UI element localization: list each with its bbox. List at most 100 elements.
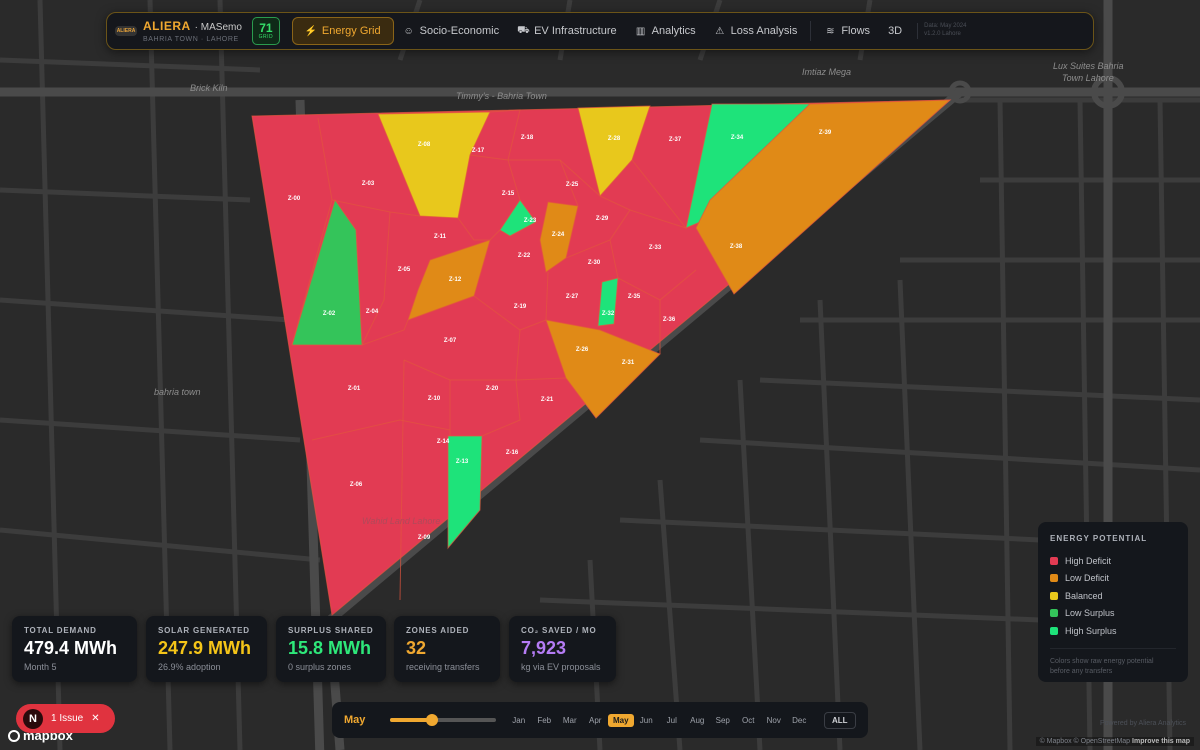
legend-item-low-surplus: Low Surplus	[1050, 605, 1176, 623]
map-place-label: Lux Suites Bahria	[1053, 61, 1124, 71]
month-timeline: May Jan Feb Mar Apr May Jun Jul Aug Sep …	[332, 702, 868, 738]
tab-energy-grid[interactable]: ⚡ Energy Grid	[291, 17, 394, 45]
month-button-oct[interactable]: Oct	[736, 716, 762, 725]
bolt-icon: ⚡	[304, 25, 318, 37]
zone-label: Z-13	[456, 459, 469, 465]
month-button-jan[interactable]: Jan	[506, 716, 532, 725]
zone-label: Z-21	[541, 397, 554, 403]
layers-icon: ≋	[826, 25, 835, 37]
stat-label: CO₂ SAVED / MO	[521, 626, 597, 635]
zone-label: Z-00	[288, 196, 301, 202]
month-button-mar[interactable]: Mar	[557, 716, 583, 725]
data-date: Data: May 2024	[924, 23, 967, 30]
tab-label: Energy Grid	[321, 25, 381, 37]
zone-label: Z-12	[449, 277, 462, 283]
stat-label: ZONES AIDED	[406, 626, 470, 635]
legend-label: High Surplus	[1065, 625, 1117, 636]
legend-item-balanced: Balanced	[1050, 587, 1176, 605]
month-button-sep[interactable]: Sep	[710, 716, 736, 725]
month-button-apr[interactable]: Apr	[583, 716, 609, 725]
month-button-feb[interactable]: Feb	[532, 716, 558, 725]
month-slider[interactable]	[390, 714, 496, 726]
stat-label: TOTAL DEMAND	[24, 626, 97, 635]
zone-label: Z-27	[566, 294, 579, 300]
stat-subtext: 26.9% adoption	[158, 661, 221, 672]
legend-note: Colors show raw energy potential before …	[1050, 647, 1176, 678]
legend-swatch	[1050, 609, 1058, 618]
zone-label: Z-35	[628, 294, 641, 300]
car-icon: ⛟	[517, 24, 530, 36]
legend-label: Low Surplus	[1065, 608, 1115, 619]
slider-thumb[interactable]	[426, 714, 439, 726]
zone-label: Z-15	[502, 191, 515, 197]
brand[interactable]: ALIERA ALIERA · MASemo BAHRIA TOWN · LAH…	[115, 20, 242, 43]
warning-icon: ⚠	[715, 25, 725, 37]
brand-logo: ALIERA	[115, 26, 137, 36]
tab-label: Loss Analysis	[730, 25, 798, 37]
all-months-button[interactable]: ALL	[824, 711, 856, 729]
stat-subtext: kg via EV proposals	[521, 661, 601, 672]
legend-note-line: before any transfers	[1050, 668, 1113, 675]
tab-label: Analytics	[651, 25, 696, 37]
legend-swatch	[1050, 626, 1058, 635]
zone-label: Z-23	[524, 218, 537, 224]
tab-socio-economic[interactable]: ☺ Socio-Economic	[394, 17, 508, 45]
legend-item-low-deficit: Low Deficit	[1050, 570, 1176, 588]
zone-label: Z-02	[323, 311, 336, 317]
zone-label: Z-22	[518, 253, 531, 259]
brand-location: BAHRIA TOWN · LAHORE	[143, 35, 239, 43]
zone-label: Z-17	[472, 148, 485, 154]
zone-label: Z-36	[663, 317, 676, 323]
improve-map-link[interactable]: Improve this map	[1132, 738, 1190, 745]
map-place-label: Imtiaz Mega	[802, 67, 852, 77]
current-month-label: May	[344, 714, 366, 726]
nav-divider	[810, 21, 812, 41]
attribution-osm-link[interactable]: © OpenStreetMap	[1074, 738, 1131, 745]
legend-note-line: Colors show raw energy potential	[1050, 657, 1154, 665]
zone-label: Z-18	[521, 135, 534, 141]
tab-analytics[interactable]: ▥ Analytics	[626, 17, 705, 45]
data-version: v1.2.0 Lahore	[924, 31, 961, 37]
main-nav: ⚡ Energy Grid ☺ Socio-Economic ⛟ EV Infr…	[291, 13, 911, 49]
stat-value: 32	[406, 638, 427, 658]
stat-card-solar-generated: SOLAR GENERATED 247.9 MWh 26.9% adoption	[146, 616, 267, 682]
zone-label: Z-30	[588, 260, 601, 266]
tab-ev-infrastructure[interactable]: ⛟ EV Infrastructure	[508, 17, 626, 45]
zone-label: Z-20	[486, 386, 499, 392]
zone-label: Z-34	[731, 135, 744, 141]
month-button-jun[interactable]: Jun	[634, 716, 660, 725]
zone-label: Z-09	[418, 535, 431, 541]
month-button-aug[interactable]: Aug	[685, 716, 711, 725]
zone-label: Z-16	[506, 450, 519, 456]
3d-toggle[interactable]: 3D	[879, 17, 911, 45]
stat-subtext: receiving transfers	[406, 661, 480, 672]
month-button-nov[interactable]: Nov	[761, 716, 787, 725]
mapbox-icon	[8, 729, 20, 742]
stat-subtext: Month 5	[24, 661, 57, 672]
stat-label: SURPLUS SHARED	[288, 626, 374, 635]
month-button-jul[interactable]: Jul	[659, 716, 685, 725]
tab-label: Socio-Economic	[419, 25, 500, 37]
tab-loss-analysis[interactable]: ⚠ Loss Analysis	[705, 17, 807, 45]
zone-label: Z-31	[622, 360, 635, 366]
grid-score-label: GRID	[258, 34, 274, 40]
users-icon: ☺	[403, 25, 414, 37]
zone-label: Z-28	[608, 136, 621, 142]
legend-item-high-surplus: High Surplus	[1050, 622, 1176, 640]
zone-label: Z-26	[576, 347, 589, 353]
month-button-dec[interactable]: Dec	[787, 716, 813, 725]
powered-by-label: Powered by Aliera Analytics	[1100, 720, 1186, 727]
top-navigation-bar: ALIERA ALIERA · MASemo BAHRIA TOWN · LAH…	[106, 12, 1094, 50]
energy-legend: ENERGY POTENTIAL High Deficit Low Defici…	[1038, 522, 1188, 682]
grid-score-badge: 71 GRID	[251, 17, 280, 45]
issue-badge[interactable]: N 1 Issue ✕	[16, 704, 115, 733]
stat-subtext: 0 surplus zones	[288, 661, 352, 672]
month-button-may[interactable]: May	[608, 713, 634, 727]
map-place-label: Timmy's - Bahria Town	[456, 91, 547, 101]
attribution-mapbox-link[interactable]: © Mapbox	[1040, 738, 1072, 745]
close-icon[interactable]: ✕	[91, 713, 99, 724]
zone-label: Z-08	[418, 142, 431, 148]
flows-toggle[interactable]: ≋ Flows	[815, 17, 879, 45]
zone-label: Z-03	[362, 181, 375, 187]
zone-label: Z-25	[566, 182, 579, 188]
